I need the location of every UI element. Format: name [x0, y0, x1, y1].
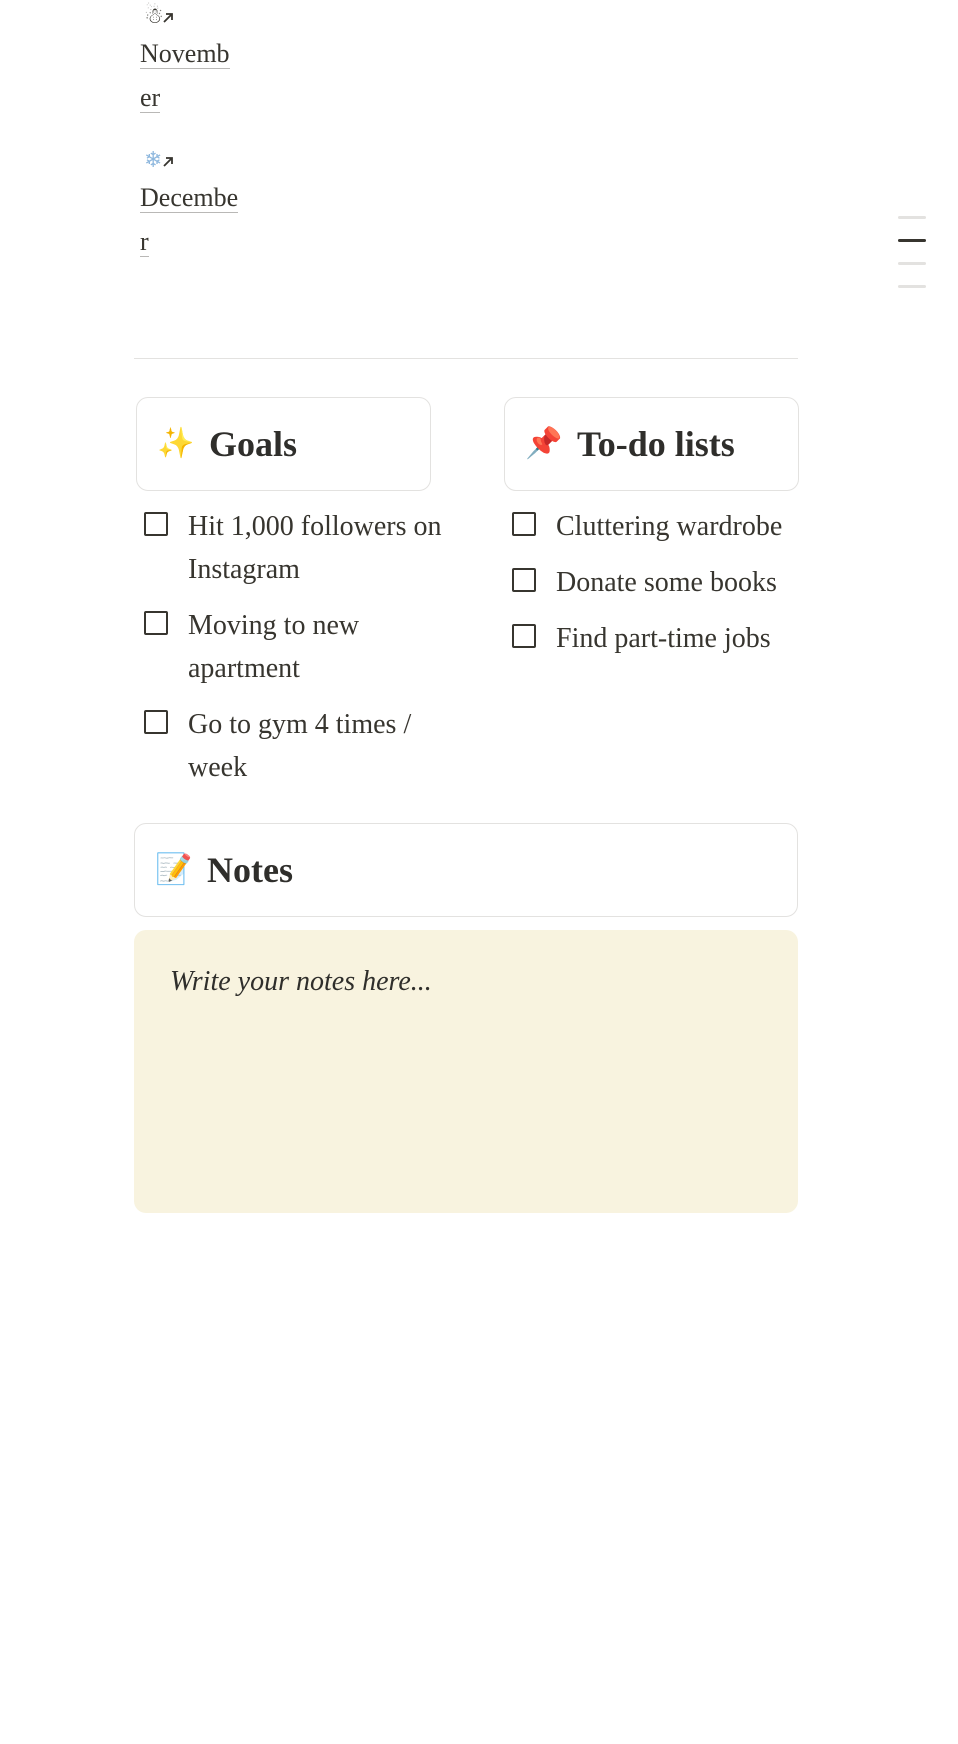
todo-item: Cluttering wardrobe	[512, 505, 812, 548]
link-arrow-icon	[163, 157, 173, 167]
month-link-november[interactable]: ☃ November	[140, 2, 240, 120]
todo-title: To-do lists	[577, 424, 735, 464]
outline-marker[interactable]	[898, 216, 926, 219]
month-link-december[interactable]: ❄ December	[140, 146, 240, 264]
divider	[134, 358, 798, 359]
snowflake-icon: ❄	[140, 146, 176, 176]
todo-text[interactable]: Donate some books	[556, 561, 777, 604]
todo-list: Cluttering wardrobe Donate some books Fi…	[512, 505, 812, 673]
link-arrow-icon	[163, 13, 173, 23]
checkbox[interactable]	[512, 512, 536, 536]
pushpin-icon: 📌	[525, 426, 563, 461]
todo-text[interactable]: Find part-time jobs	[556, 617, 771, 660]
outline-marker[interactable]	[898, 285, 926, 288]
todo-item: Find part-time jobs	[512, 617, 812, 660]
todo-text[interactable]: Cluttering wardrobe	[556, 505, 782, 548]
notes-placeholder[interactable]: Write your notes here...	[170, 962, 762, 1002]
sparkles-icon: ✨	[157, 426, 195, 461]
outline-marker-active[interactable]	[898, 239, 926, 242]
snowman-icon: ☃	[140, 2, 176, 32]
goals-header: ✨ Goals	[136, 397, 431, 491]
goals-title: Goals	[209, 424, 298, 464]
page: ☃ November ❄ December ✨ Goals Hit 1,000	[0, 0, 958, 1744]
notes-area[interactable]: Write your notes here...	[134, 930, 798, 1213]
goal-text[interactable]: Hit 1,000 followers on Instagram	[188, 505, 444, 591]
notes-title: Notes	[207, 850, 293, 890]
todo-header: 📌 To-do lists	[504, 397, 799, 491]
goal-text[interactable]: Go to gym 4 times / week	[188, 703, 444, 789]
goal-item: Hit 1,000 followers on Instagram	[144, 505, 444, 591]
checkbox[interactable]	[144, 512, 168, 536]
outline-marker[interactable]	[898, 262, 926, 265]
memo-icon: 📝	[155, 852, 193, 887]
checkbox[interactable]	[144, 710, 168, 734]
checkbox[interactable]	[512, 624, 536, 648]
checkbox[interactable]	[144, 611, 168, 635]
goal-item: Moving to new apartment	[144, 604, 444, 690]
todo-item: Donate some books	[512, 561, 812, 604]
outline-nav[interactable]	[898, 216, 926, 308]
checkbox[interactable]	[512, 568, 536, 592]
month-name: December	[140, 183, 239, 257]
month-name: November	[140, 39, 230, 113]
notes-header: 📝 Notes	[134, 823, 798, 917]
goal-text[interactable]: Moving to new apartment	[188, 604, 444, 690]
goal-item: Go to gym 4 times / week	[144, 703, 444, 789]
goals-list: Hit 1,000 followers on Instagram Moving …	[144, 505, 444, 802]
